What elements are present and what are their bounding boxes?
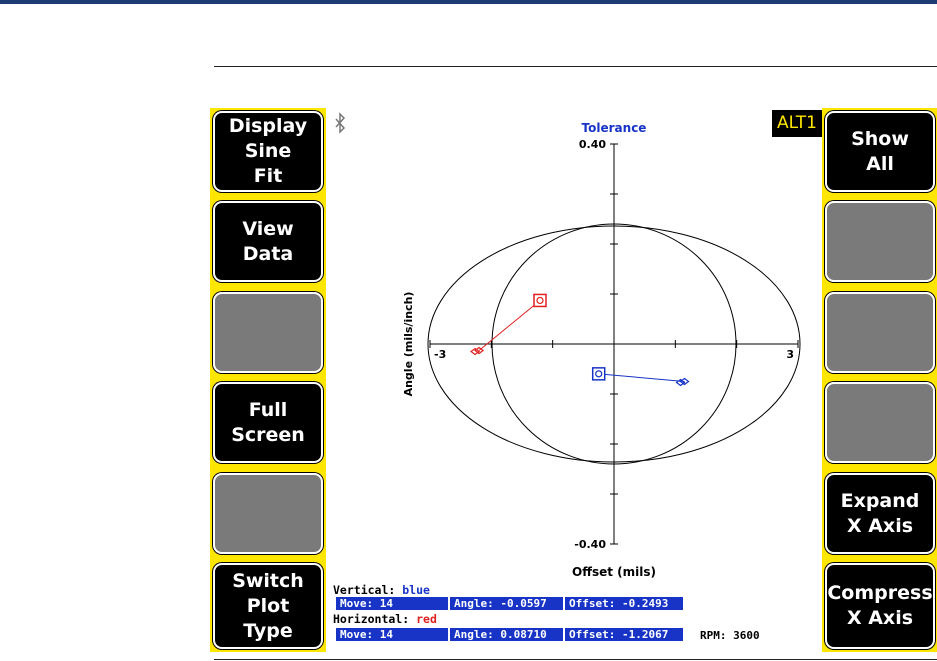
top-rule [214, 66, 937, 67]
vertical-legend: Vertical: blue [333, 583, 430, 597]
view-data-button[interactable]: View Data [213, 201, 323, 282]
alt-badge: ALT1 [772, 110, 822, 137]
full-screen-button[interactable]: Full Screen [213, 382, 323, 463]
horizontal-move: Move: 14 [336, 628, 448, 641]
horizontal-angle: Angle: 0.08710 [450, 628, 563, 641]
y-tick-label-max: 0.40 [579, 138, 606, 151]
vertical-end-marker [675, 377, 690, 387]
vertical-start-marker [591, 367, 606, 381]
x-tick-label-max: 3 [786, 348, 794, 361]
horizontal-end-marker [470, 346, 485, 356]
vertical-label: Vertical: [333, 583, 396, 597]
y-tick-label-min: -0.40 [574, 538, 606, 551]
horizontal-start-marker [533, 293, 547, 308]
vertical-move-line [598, 373, 685, 382]
expand-x-axis-button[interactable]: Expand X Axis [825, 473, 935, 554]
y-axis-label: Angle (mils/inch) [402, 292, 415, 397]
switch-plot-type-button[interactable]: Switch Plot Type [213, 563, 323, 649]
blank-softkey-right-2[interactable] [825, 201, 935, 282]
bluetooth-icon [335, 112, 346, 134]
compress-x-axis-button[interactable]: Compress X Axis [825, 563, 935, 649]
blank-softkey-right-4[interactable] [825, 382, 935, 463]
left-softkey-column: Display Sine Fit View Data Full Screen S… [210, 108, 326, 652]
x-axis-label: Offset (mils) [572, 565, 656, 579]
display-sine-fit-button[interactable]: Display Sine Fit [213, 111, 323, 192]
vertical-color: blue [402, 583, 430, 597]
tolerance-plot: Tolerance -3 3 0.40 -0.40 Offset (mils) Ang… [335, 112, 801, 579]
right-softkey-column: Show All Expand X Axis Compress X Axis [822, 108, 937, 652]
vertical-offset: Offset: -0.2493 [565, 597, 683, 610]
horizontal-color: red [416, 612, 437, 626]
blank-softkey-left-3[interactable] [213, 292, 323, 373]
vertical-move: Move: 14 [336, 597, 448, 610]
plot-screen: Tolerance -3 3 0.40 -0.40 Offset (mils) Ang… [326, 108, 822, 652]
show-all-button[interactable]: Show All [825, 111, 935, 192]
horizontal-label: Horizontal: [333, 612, 410, 626]
blank-softkey-left-5[interactable] [213, 473, 323, 554]
horizontal-offset: Offset: -1.2067 [565, 628, 683, 641]
bottom-rule [214, 659, 937, 660]
x-tick-label-min: -3 [434, 348, 446, 361]
top-accent-bar [0, 0, 937, 4]
blank-softkey-right-3[interactable] [825, 292, 935, 373]
rpm-readout: RPM: 3600 [700, 629, 760, 642]
chart-title: Tolerance [582, 121, 647, 135]
horizontal-legend: Horizontal: red [333, 612, 437, 626]
horizontal-move-line [478, 300, 541, 351]
vertical-angle: Angle: -0.0597 [450, 597, 563, 610]
